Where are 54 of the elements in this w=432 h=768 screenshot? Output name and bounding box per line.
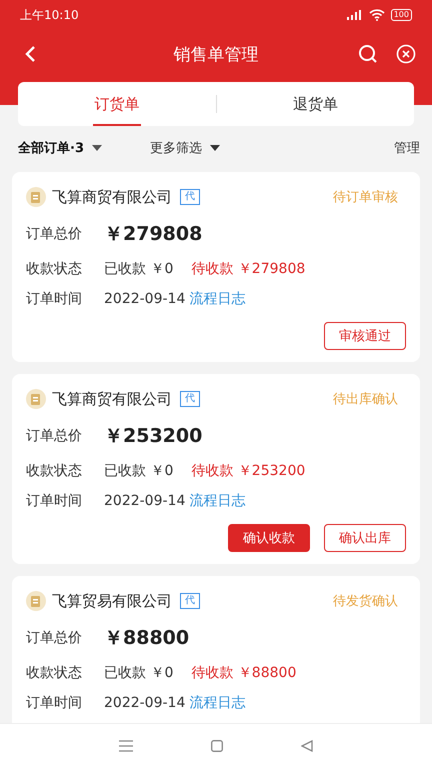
process-log-link[interactable]: 流程日志: [189, 694, 246, 712]
caret-icon: [210, 145, 220, 151]
pending-amount: 待收款 ￥279808: [191, 260, 306, 278]
company-logo-icon: [26, 591, 46, 611]
field-label: 订单时间: [26, 290, 83, 308]
order-status: 待发货确认: [333, 593, 398, 610]
field-label: 订单总价: [26, 427, 83, 445]
order-status: 待出库确认: [333, 391, 398, 408]
more-filters-dropdown[interactable]: 更多筛选: [150, 139, 220, 157]
order-date: 2022-09-14: [104, 291, 186, 307]
close-button[interactable]: [394, 42, 418, 66]
order-total: ￥279808: [104, 222, 202, 247]
agent-tag: 代: [180, 189, 200, 205]
wifi-icon: [368, 9, 385, 21]
company-name: 飞算贸易有限公司: [52, 592, 172, 610]
field-label: 订单时间: [26, 492, 83, 510]
order-filter-dropdown[interactable]: 全部订单·3: [18, 139, 102, 157]
received-amount: 已收款 ￥0: [104, 260, 174, 278]
field-label: 订单总价: [26, 629, 83, 647]
pending-amount: 待收款 ￥88800: [191, 664, 296, 682]
home-icon[interactable]: [211, 740, 223, 752]
page-title: 销售单管理: [174, 44, 258, 66]
battery-icon: 100: [390, 9, 412, 21]
company-name: 飞算商贸有限公司: [52, 390, 172, 408]
received-amount: 已收款 ￥0: [104, 462, 174, 480]
menu-icon[interactable]: [119, 740, 133, 752]
caret-icon: [92, 145, 102, 151]
process-log-link[interactable]: 流程日志: [189, 290, 246, 308]
action-button[interactable]: 确认收款: [228, 524, 310, 552]
action-button[interactable]: 确认出库: [324, 524, 406, 552]
process-log-link[interactable]: 流程日志: [189, 492, 246, 510]
company-name: 飞算商贸有限公司: [52, 188, 172, 206]
field-label: 订单时间: [26, 694, 83, 712]
company-logo-icon: [26, 187, 46, 207]
signal-icon: [346, 10, 363, 20]
order-status: 待订单审核: [333, 189, 398, 206]
field-label: 收款状态: [26, 260, 83, 278]
agent-tag: 代: [180, 391, 200, 407]
order-date: 2022-09-14: [104, 695, 186, 711]
field-label: 订单总价: [26, 225, 83, 243]
action-button[interactable]: 审核通过: [324, 322, 406, 350]
order-total: ￥88800: [104, 626, 190, 651]
order-total: ￥253200: [104, 424, 202, 449]
field-label: 收款状态: [26, 664, 83, 682]
back-icon[interactable]: [301, 740, 313, 752]
company-logo-icon: [26, 389, 46, 409]
order-date: 2022-09-14: [104, 493, 186, 509]
pending-amount: 待收款 ￥253200: [191, 462, 306, 480]
tab[interactable]: 退货单: [216, 82, 414, 126]
status-time: 上午10:10: [20, 6, 79, 24]
received-amount: 已收款 ￥0: [104, 664, 174, 682]
manage-button[interactable]: 管理: [394, 139, 420, 157]
field-label: 收款状态: [26, 462, 83, 480]
agent-tag: 代: [180, 593, 200, 609]
